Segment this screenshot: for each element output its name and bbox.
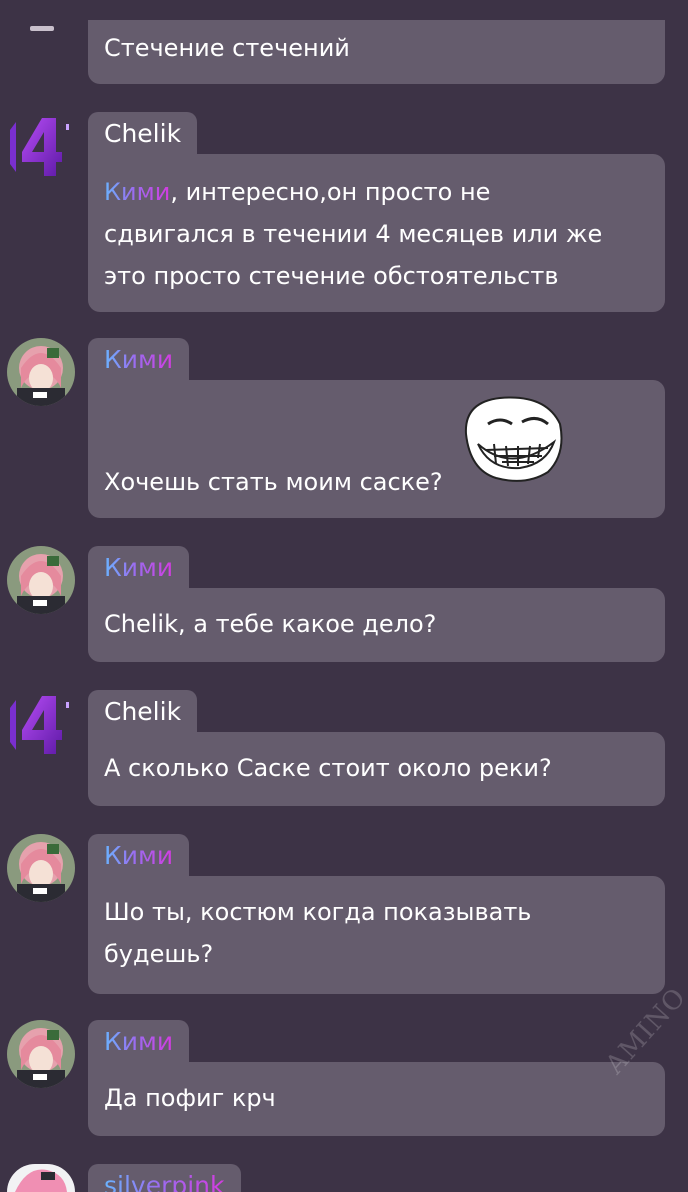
message-text: будешь? [104, 940, 214, 968]
silverpink-avatar[interactable] [7, 1164, 75, 1192]
anime-girl-avatar-icon [7, 1020, 75, 1088]
message-text: Шо ты, костюм когда показывать [104, 898, 532, 926]
message-text: Chelik, а тебе какое дело? [104, 610, 437, 638]
kimi-avatar[interactable] [7, 1020, 75, 1088]
message-bubble[interactable]: А сколько Саске стоит около реки? [88, 732, 665, 806]
message-bubble[interactable]: Стечение стечений [88, 20, 665, 84]
message-bubble[interactable]: Хочешь стать моим саске? [88, 380, 665, 518]
message-bubble[interactable]: Кими, интересно,он просто не сдвигался в… [88, 154, 665, 312]
anime-girl-avatar-icon [7, 834, 75, 902]
message-bubble[interactable]: Chelik, а тебе какое дело? [88, 588, 665, 662]
kimi-avatar[interactable] [7, 338, 75, 406]
message-text: А сколько Саске стоит около реки? [104, 754, 552, 782]
author-name[interactable]: Кими [88, 338, 190, 382]
kimi-avatar[interactable] [7, 546, 75, 614]
trollface-sticker [464, 396, 563, 482]
message-text: Стечение стечений [104, 34, 350, 62]
message-text: сдвигался в течении 4 месяцев или же [104, 220, 603, 248]
message-text: Да пофиг крч [104, 1084, 276, 1112]
message-bubble[interactable]: Да пофиг крч [88, 1062, 665, 1136]
message-text: это просто стечение обстоятельств [104, 262, 559, 290]
anime-girl-avatar-icon [7, 546, 75, 614]
avatar-partial [30, 26, 54, 31]
author-name[interactable]: Кими [88, 834, 190, 878]
message-text: Хочешь стать моим саске? [104, 468, 443, 496]
anime-avatar-icon [7, 1164, 75, 1192]
chelik-avatar[interactable] [2, 690, 72, 770]
kimi-avatar[interactable] [7, 834, 75, 902]
author-name[interactable]: Кими [88, 546, 190, 590]
number-four-icon [10, 118, 69, 176]
author-name[interactable]: Chelik [88, 112, 198, 156]
chat-feed: Стечение стечений Chelik Кими, интересно… [0, 0, 688, 1192]
chelik-avatar[interactable] [2, 112, 72, 192]
author-name[interactable]: Chelik [88, 690, 198, 734]
message-text: Кими, интересно,он просто не [104, 178, 491, 206]
author-name[interactable]: silverpink [88, 1164, 241, 1192]
mention-link[interactable]: Кими [104, 178, 170, 206]
message-bubble[interactable]: Шо ты, костюм когда показывать будешь? [88, 876, 665, 994]
number-four-icon [10, 696, 69, 754]
author-name[interactable]: Кими [88, 1020, 190, 1064]
anime-girl-avatar-icon [7, 338, 75, 406]
